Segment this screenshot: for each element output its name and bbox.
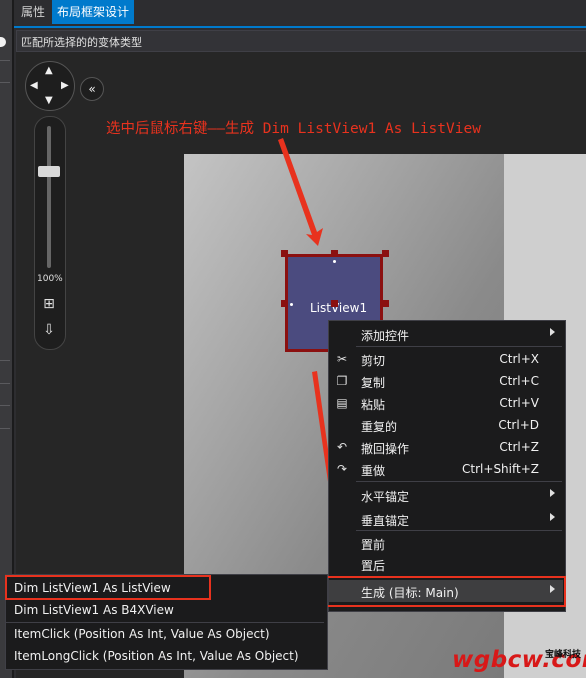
menu-separator: [356, 481, 562, 482]
submenu-item-itemlongclick[interactable]: ItemLongClick (Position As Int, Value As…: [6, 645, 324, 667]
submenu-item-label: ItemClick (Position As Int, Value As Obj…: [14, 627, 270, 641]
menu-item-label: 水平锚定: [361, 490, 410, 504]
menu-item-label: 添加控件: [361, 329, 410, 343]
left-divider: [0, 428, 10, 429]
menu-item-label: 重复的: [361, 420, 398, 434]
menu-item-label: 粘贴: [361, 398, 386, 412]
menu-separator: [356, 530, 562, 531]
watermark-subtitle: 宝峰科技: [545, 650, 582, 660]
import-icon[interactable]: ⇩: [40, 321, 58, 339]
menu-item-label: 撤回操作: [361, 442, 410, 456]
scissors-icon: ✂: [336, 352, 348, 366]
highlight-dim-listview: [5, 575, 211, 600]
menu-item-paste[interactable]: ▤ 粘贴 Ctrl+V: [329, 392, 563, 414]
tab-layout-designer[interactable]: 布局框架设计: [52, 0, 135, 24]
menu-item-shortcut: Ctrl+Z: [499, 440, 539, 454]
menu-item-label: 复制: [361, 376, 386, 390]
zoom-slider-track[interactable]: [47, 126, 51, 268]
menu-item-shortcut: Ctrl+C: [499, 374, 539, 388]
anchor-dot: [333, 260, 336, 263]
pan-control[interactable]: ▲ ▼ ◀ ▶: [25, 61, 75, 111]
submenu-item-dim-b4xview[interactable]: Dim ListView1 As B4XView: [6, 599, 324, 621]
menu-item-send-to-back[interactable]: 置后: [329, 553, 563, 575]
menu-item-add-control[interactable]: 添加控件: [329, 323, 563, 345]
left-divider: [0, 60, 10, 61]
paste-icon: ▤: [336, 396, 348, 410]
pan-left-icon[interactable]: ◀: [30, 81, 38, 91]
left-divider: [0, 82, 10, 83]
resize-handle[interactable]: [382, 300, 389, 307]
submenu-item-label: ItemLongClick (Position As Int, Value As…: [14, 649, 299, 663]
menu-item-label: 置后: [361, 559, 386, 573]
menu-separator: [356, 346, 562, 347]
submenu-arrow-icon: [550, 328, 555, 336]
pan-right-icon[interactable]: ▶: [61, 81, 69, 91]
zoom-level-label: 100%: [37, 274, 63, 284]
resize-handle[interactable]: [281, 300, 288, 307]
menu-item-label: 垂直锚定: [361, 514, 410, 528]
menu-item-redo[interactable]: ↷ 重做 Ctrl+Shift+Z: [329, 458, 563, 480]
menu-item-label: 重做: [361, 464, 386, 478]
collapse-panel-button[interactable]: «: [80, 77, 104, 101]
submenu-item-itemclick[interactable]: ItemClick (Position As Int, Value As Obj…: [6, 623, 324, 645]
menu-item-copy[interactable]: ❐ 复制 Ctrl+C: [329, 370, 563, 392]
menu-item-shortcut: Ctrl+X: [499, 352, 539, 366]
menu-item-vertical-anchor[interactable]: 垂直锚定: [329, 508, 563, 530]
submenu-arrow-icon: [550, 513, 555, 521]
highlight-generate: [326, 576, 566, 607]
menu-item-horizontal-anchor[interactable]: 水平锚定: [329, 484, 563, 506]
variant-type-filter-label: 匹配所选择的的变体类型: [21, 36, 142, 49]
tab-properties[interactable]: 属性: [16, 0, 50, 24]
resize-handle[interactable]: [331, 250, 338, 257]
menu-item-shortcut: Ctrl+Shift+Z: [462, 462, 539, 476]
left-divider: [0, 383, 10, 384]
listview-name: ListView1: [310, 301, 368, 315]
redo-icon: ↷: [336, 462, 348, 476]
submenu-item-label: Dim ListView1 As B4XView: [14, 603, 174, 617]
variant-type-filter[interactable]: 匹配所选择的的变体类型: [16, 30, 586, 52]
left-divider: [0, 405, 10, 406]
menu-item-cut[interactable]: ✂ 剪切 Ctrl+X: [329, 348, 563, 370]
copy-icon: ❐: [336, 374, 348, 388]
resize-handle[interactable]: [281, 250, 288, 257]
fit-to-screen-icon[interactable]: ⊞: [40, 295, 58, 313]
pan-up-icon[interactable]: ▲: [45, 66, 53, 76]
menu-item-undo[interactable]: ↶ 撤回操作 Ctrl+Z: [329, 436, 563, 458]
menu-item-label: 置前: [361, 538, 386, 552]
menu-item-shortcut: Ctrl+V: [499, 396, 539, 410]
menu-item-shortcut: Ctrl+D: [498, 418, 539, 432]
move-handle[interactable]: [331, 300, 338, 307]
menu-item-label: 剪切: [361, 354, 386, 368]
menu-item-bring-to-front[interactable]: 置前: [329, 532, 563, 554]
annotation-text: 选中后鼠标右键——生成 Dim ListView1 As ListView: [106, 121, 481, 137]
anchor-dot: [290, 303, 293, 306]
undo-icon: ↶: [336, 440, 348, 454]
zoom-slider-thumb[interactable]: [38, 166, 60, 177]
left-divider: [0, 360, 10, 361]
submenu-arrow-icon: [550, 489, 555, 497]
pan-down-icon[interactable]: ▼: [45, 96, 53, 106]
menu-item-duplicate[interactable]: 重复的 Ctrl+D: [329, 414, 563, 436]
resize-handle[interactable]: [382, 250, 389, 257]
